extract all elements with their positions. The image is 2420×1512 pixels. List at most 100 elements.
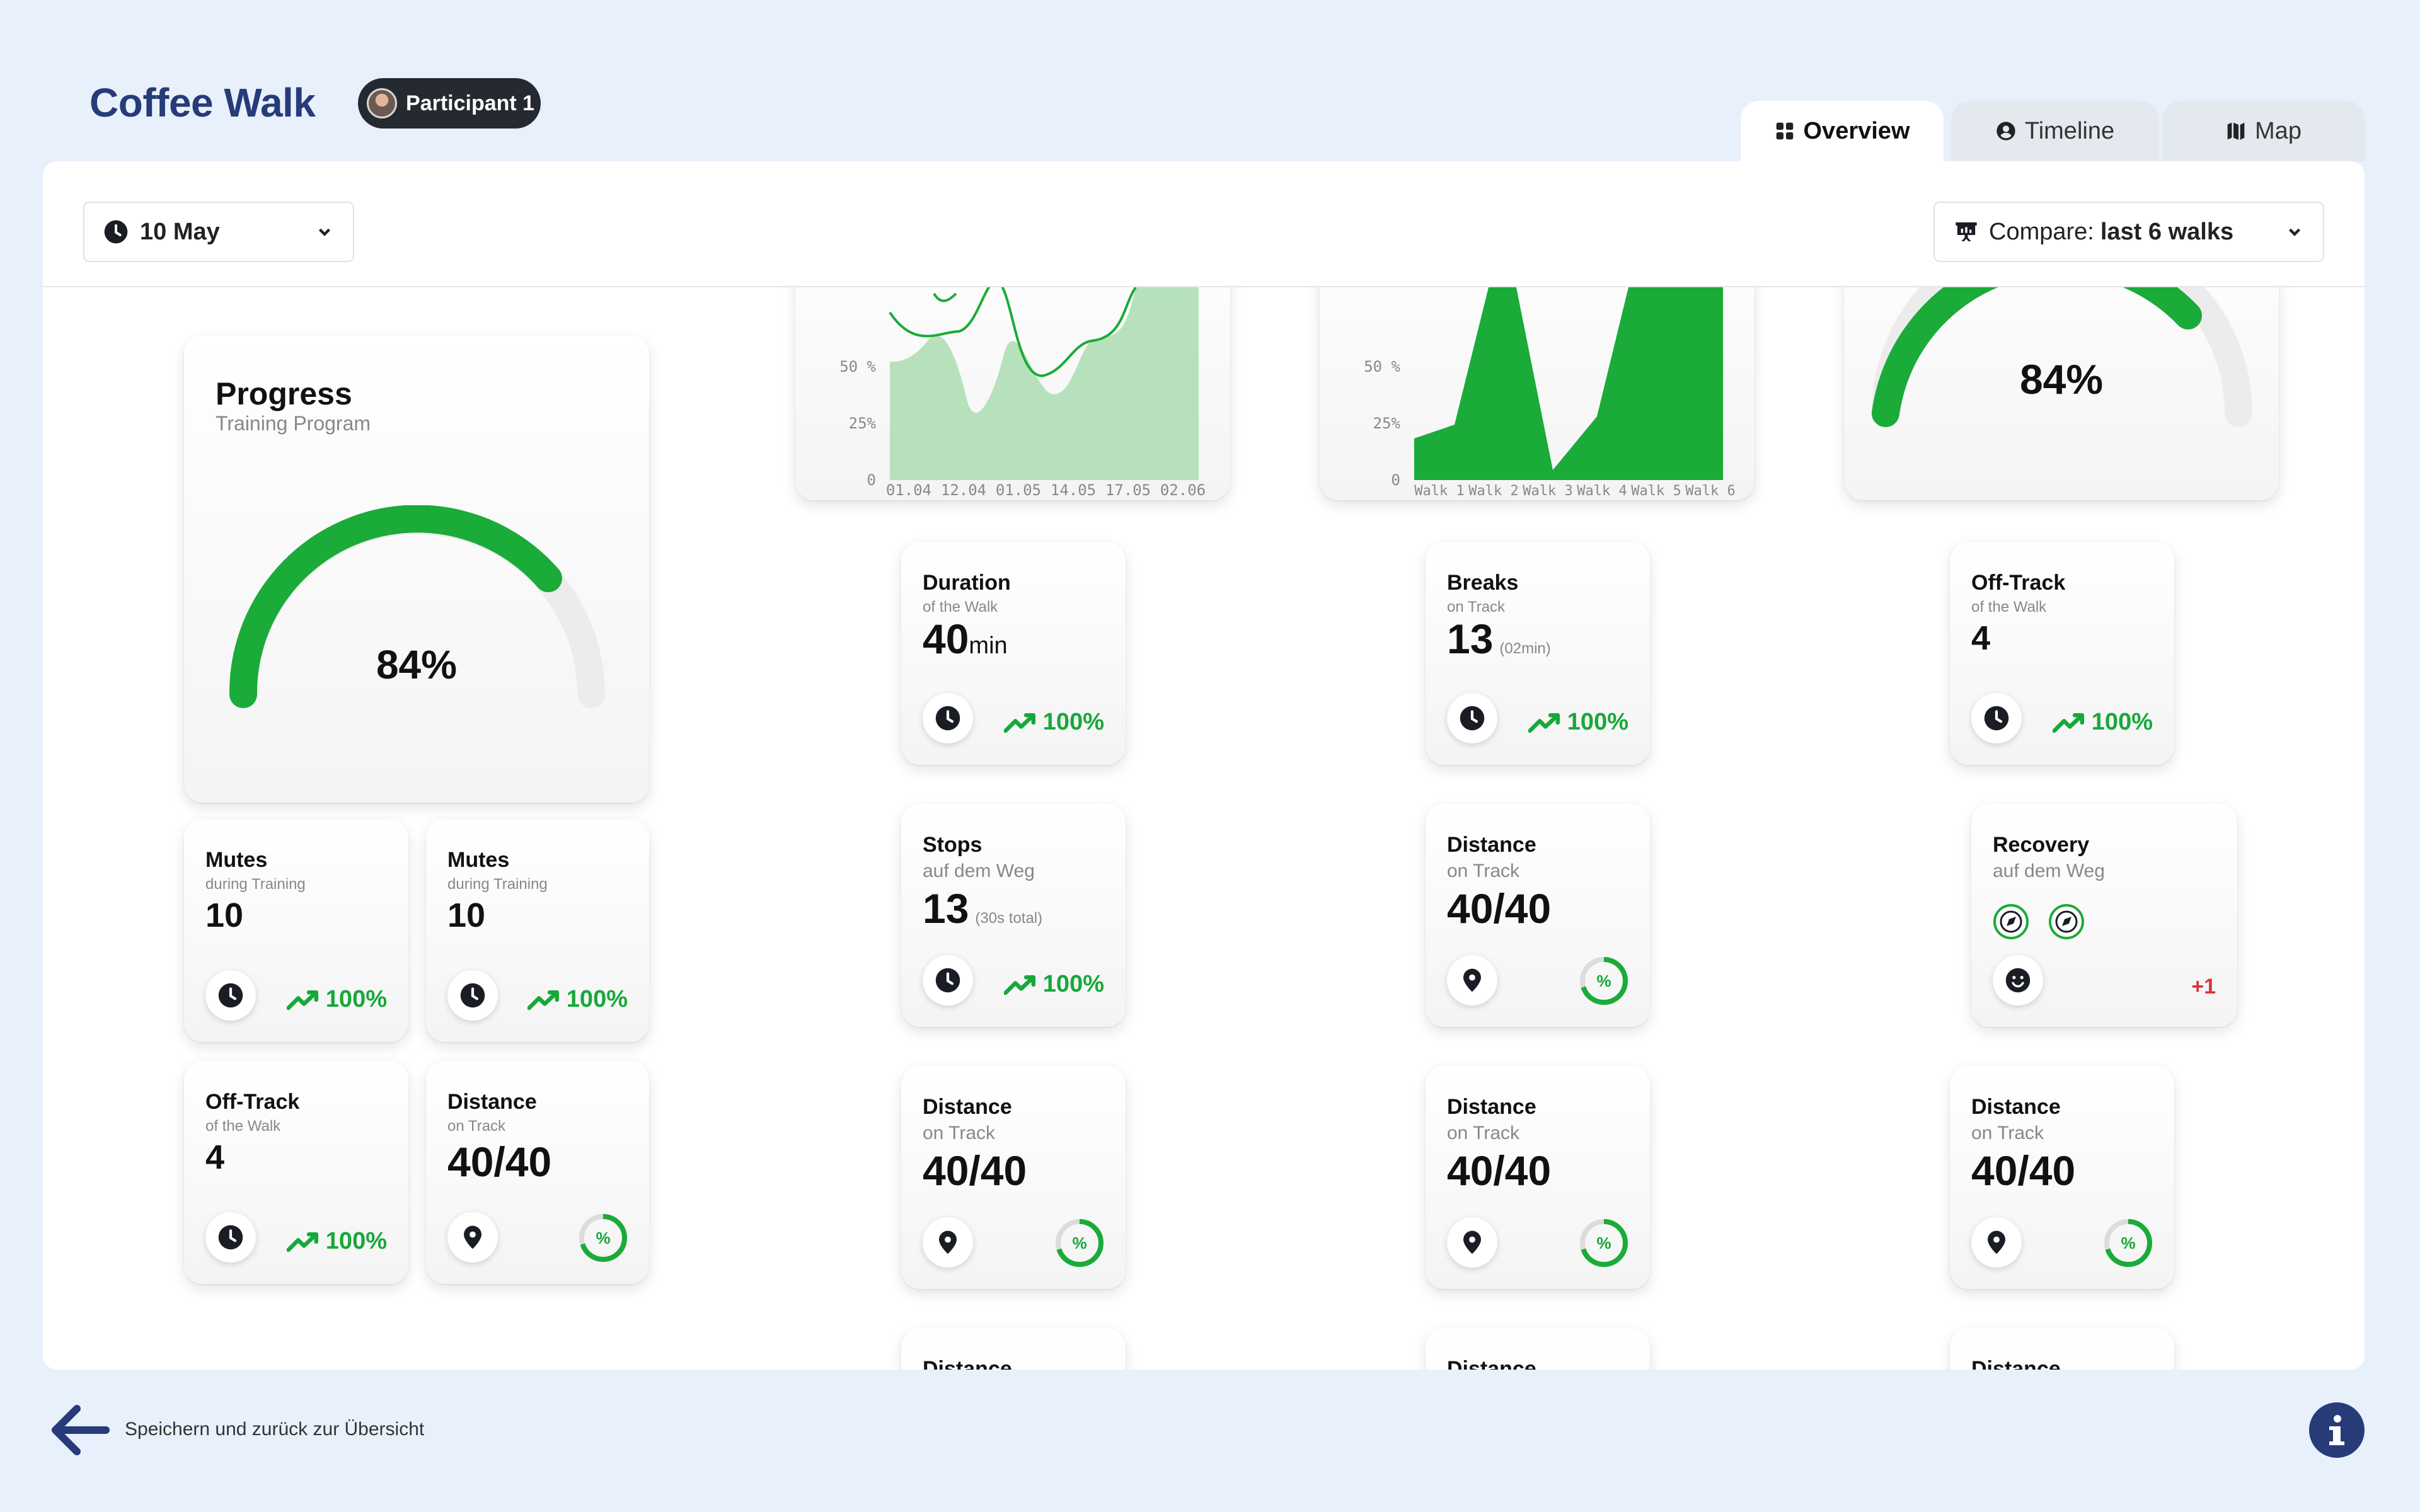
- clock-icon: [1460, 706, 1485, 731]
- participant-label: Participant 1: [406, 91, 535, 115]
- tab-overview-label: Overview: [1803, 117, 1910, 144]
- percent-ring: %: [1054, 1217, 1105, 1269]
- compare-select[interactable]: Compare: last 6 walks: [1933, 202, 2324, 262]
- stops-card[interactable]: Stops auf dem Weg 13 (30s total) 100%: [901, 804, 1126, 1027]
- y-tick-label: 25%: [1373, 415, 1401, 432]
- location-pin-icon: [1463, 968, 1481, 992]
- clock-icon-button[interactable]: [1447, 693, 1497, 743]
- offtrack-card[interactable]: Off-Track of the Walk 4 100%: [1950, 542, 2174, 765]
- progress-card[interactable]: Progress Training Program 84%: [184, 335, 649, 803]
- location-pin-icon-button[interactable]: [447, 1212, 498, 1263]
- x-tick-label: 12.04: [941, 481, 986, 499]
- card-subtitle: on Track: [1447, 598, 1506, 616]
- location-pin-icon-button[interactable]: [1447, 955, 1497, 1005]
- participant-chip[interactable]: Participant 1: [358, 78, 541, 129]
- trend-up-icon: [1003, 713, 1035, 733]
- back-arrow-icon[interactable]: [48, 1400, 111, 1460]
- clock-icon-button[interactable]: [1971, 693, 2022, 743]
- card-subtitle: of the Walk: [1971, 598, 2047, 616]
- x-tick-label: Walk 6: [1685, 483, 1735, 499]
- area-chart-card[interactable]: 50 % 25% 0 Walk 1 Walk 2 Walk 3 Walk 4 W…: [1320, 287, 1754, 500]
- trend-up-icon: [1528, 713, 1560, 733]
- card-value: 10: [447, 896, 486, 934]
- location-pin-icon-button[interactable]: [923, 1217, 973, 1268]
- line-chart-card[interactable]: 50 % 25% 0 01.04 12.04 01.05 14.05 17.05…: [795, 287, 1230, 500]
- mutes-card[interactable]: Mutes during Training 10 100%: [184, 819, 408, 1042]
- trend-badge: 100%: [1003, 971, 1104, 998]
- user-circle-icon: [1997, 122, 2015, 140]
- card-title: Mutes: [447, 848, 510, 872]
- distance-card[interactable]: Distance on Track 40/40 %: [1950, 1066, 2174, 1289]
- progress-title: Progress: [216, 376, 352, 411]
- card-subtitle: on Track: [1447, 1123, 1520, 1143]
- progress-value: 84%: [376, 642, 458, 687]
- mutes-card[interactable]: Mutes during Training 10 100%: [426, 819, 649, 1042]
- distance-card[interactable]: Distance on Track 40/40 %: [901, 1066, 1126, 1289]
- trend-up-icon: [286, 1232, 318, 1252]
- tab-map[interactable]: Map: [2163, 101, 2365, 161]
- gauge-card[interactable]: 84%: [1844, 287, 2279, 500]
- distance-card[interactable]: Distance: [1950, 1328, 2174, 1370]
- map-icon: [2227, 122, 2245, 140]
- trend-value: 100%: [325, 1228, 387, 1254]
- y-tick-label: 50 %: [839, 358, 876, 375]
- card-value: 4: [1971, 619, 1991, 657]
- clock-icon: [460, 983, 485, 1008]
- line-chart-area: [890, 287, 1199, 480]
- info-button[interactable]: [2309, 1402, 2365, 1458]
- gauge-value: 84%: [2019, 356, 2104, 403]
- x-tick-label: 01.05: [996, 481, 1041, 499]
- percent-ring: %: [1578, 1217, 1630, 1269]
- card-value: 13 (02min): [1447, 616, 1551, 662]
- compare-prefix: Compare:: [1989, 218, 2094, 245]
- tab-map-label: Map: [2255, 117, 2302, 144]
- percent-ring: %: [2102, 1217, 2154, 1269]
- recovery-card[interactable]: Recovery auf dem Weg +1: [1971, 804, 2237, 1027]
- x-tick-label: 02.06: [1160, 481, 1206, 499]
- card-title: Distance: [1447, 1357, 1536, 1370]
- distance-card[interactable]: Distance on Track 40/40 %: [1426, 804, 1650, 1027]
- clock-icon-button[interactable]: [923, 693, 973, 743]
- clock-icon-button[interactable]: [923, 955, 973, 1005]
- trend-up-icon: [1003, 975, 1035, 995]
- card-subtitle: during Training: [447, 876, 548, 893]
- distance-card[interactable]: Distance: [901, 1328, 1126, 1370]
- back-link[interactable]: Speichern und zurück zur Übersicht: [125, 1419, 424, 1440]
- card-title: Distance: [923, 1095, 1012, 1119]
- clock-icon: [935, 706, 960, 731]
- area-chart-area: [1414, 287, 1723, 480]
- card-value: 13 (30s total): [923, 885, 1043, 932]
- offtrack-card[interactable]: Off-Track of the Walk 4 100%: [184, 1061, 408, 1284]
- clock-icon-button[interactable]: [205, 1212, 256, 1263]
- trend-value: 100%: [325, 986, 387, 1012]
- location-pin-icon-button[interactable]: [1971, 1217, 2022, 1268]
- card-subtitle: on Track: [1447, 861, 1520, 881]
- percent-ring: %: [1578, 955, 1630, 1007]
- card-subtitle: auf dem Weg: [1993, 861, 2105, 881]
- x-tick-label: 17.05: [1105, 481, 1151, 499]
- tab-timeline[interactable]: Timeline: [1951, 101, 2159, 161]
- card-subtitle: on Track: [1971, 1123, 2044, 1143]
- date-select[interactable]: 10 May: [83, 202, 354, 262]
- trend-up-icon: [527, 990, 559, 1010]
- breaks-card[interactable]: Breaks on Track 13 (02min) 100%: [1426, 542, 1650, 765]
- distance-card[interactable]: Distance on Track 40/40 %: [426, 1061, 649, 1284]
- smiley-icon-button[interactable]: [1993, 955, 2043, 1005]
- clock-icon-button[interactable]: [205, 970, 256, 1021]
- x-tick-label: Walk 2: [1468, 483, 1518, 499]
- avatar: [367, 88, 397, 118]
- percent-ring: %: [577, 1212, 629, 1264]
- app-title: Coffee Walk: [89, 80, 316, 125]
- distance-card[interactable]: Distance on Track 40/40 %: [1426, 1066, 1650, 1289]
- distance-card[interactable]: Distance: [1426, 1328, 1650, 1370]
- tab-overview[interactable]: Overview: [1741, 101, 1944, 161]
- x-tick-label: 14.05: [1051, 481, 1096, 499]
- location-pin-icon-button[interactable]: [1447, 1217, 1497, 1268]
- card-subtitle: during Training: [205, 876, 306, 893]
- main-panel: 10 May Compare: last 6 walks Progress Tr…: [43, 161, 2365, 1370]
- clock-icon-button[interactable]: [447, 970, 498, 1021]
- compare-value: last 6 walks: [2100, 218, 2234, 245]
- y-tick-label: 25%: [849, 415, 877, 432]
- duration-card[interactable]: Duration of the Walk 40min 100%: [901, 542, 1126, 765]
- x-tick-label: 01.04: [886, 481, 931, 499]
